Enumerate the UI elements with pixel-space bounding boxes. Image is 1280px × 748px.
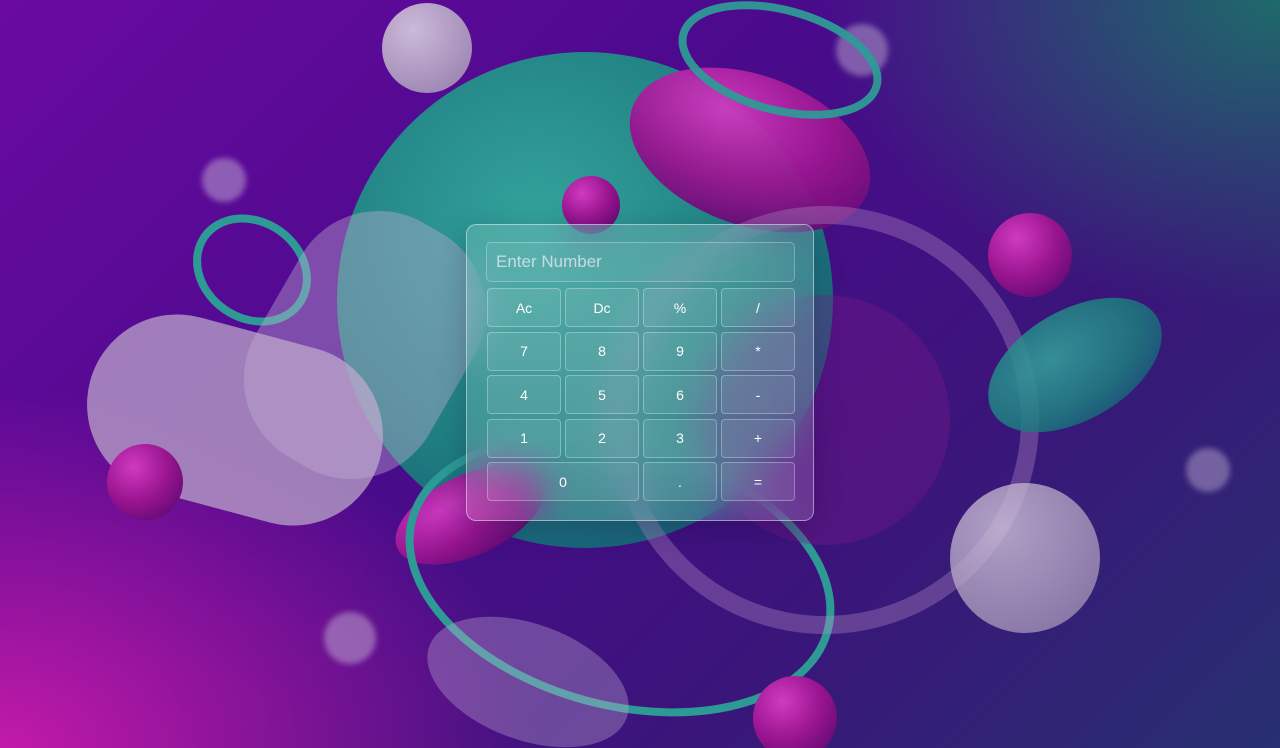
- key-5-button[interactable]: 5: [565, 375, 639, 414]
- glass-sphere-top: [382, 3, 472, 93]
- key-7-button[interactable]: 7: [487, 331, 561, 371]
- key-subtract-button[interactable]: -: [721, 375, 795, 414]
- keypad: Ac Dc%/ 7 8 9 * 4 5 6- 1 2 3 +0. =: [487, 288, 795, 501]
- magenta-sphere-left: [107, 444, 183, 520]
- glass-sphere-left: [202, 158, 246, 202]
- glass-sphere-bottomleft: [324, 612, 376, 664]
- key-decimal-button[interactable]: .: [643, 462, 717, 501]
- key-2-button[interactable]: 2: [565, 418, 639, 458]
- key-1-button[interactable]: 1: [487, 418, 561, 458]
- key-delete-button[interactable]: Dc: [565, 288, 639, 327]
- number-input[interactable]: [486, 242, 795, 282]
- key-divide-button[interactable]: /: [721, 288, 795, 327]
- glass-sphere-farright: [1186, 448, 1230, 492]
- key-all-clear-button[interactable]: Ac: [487, 288, 561, 327]
- key-add-button[interactable]: +: [721, 418, 795, 458]
- key-4-button[interactable]: 4: [487, 375, 561, 414]
- magenta-sphere-bottom: [753, 676, 837, 748]
- key-3-button[interactable]: 3: [643, 418, 717, 458]
- key-9-button[interactable]: 9: [643, 331, 717, 371]
- key-8-button[interactable]: 8: [565, 331, 639, 371]
- calculator-panel: AcDc%/ 789* 456- 123+0.=: [466, 224, 814, 521]
- glass-sphere-right: [950, 483, 1100, 633]
- magenta-sphere-right: [988, 213, 1072, 297]
- key-6-button[interactable]: 6: [643, 375, 717, 414]
- key-0-button[interactable]: 0: [487, 462, 639, 501]
- key-percent-button[interactable]: %: [643, 288, 717, 327]
- key-multiply-button[interactable]: *: [721, 331, 795, 371]
- key-equals-button[interactable]: =: [721, 462, 795, 501]
